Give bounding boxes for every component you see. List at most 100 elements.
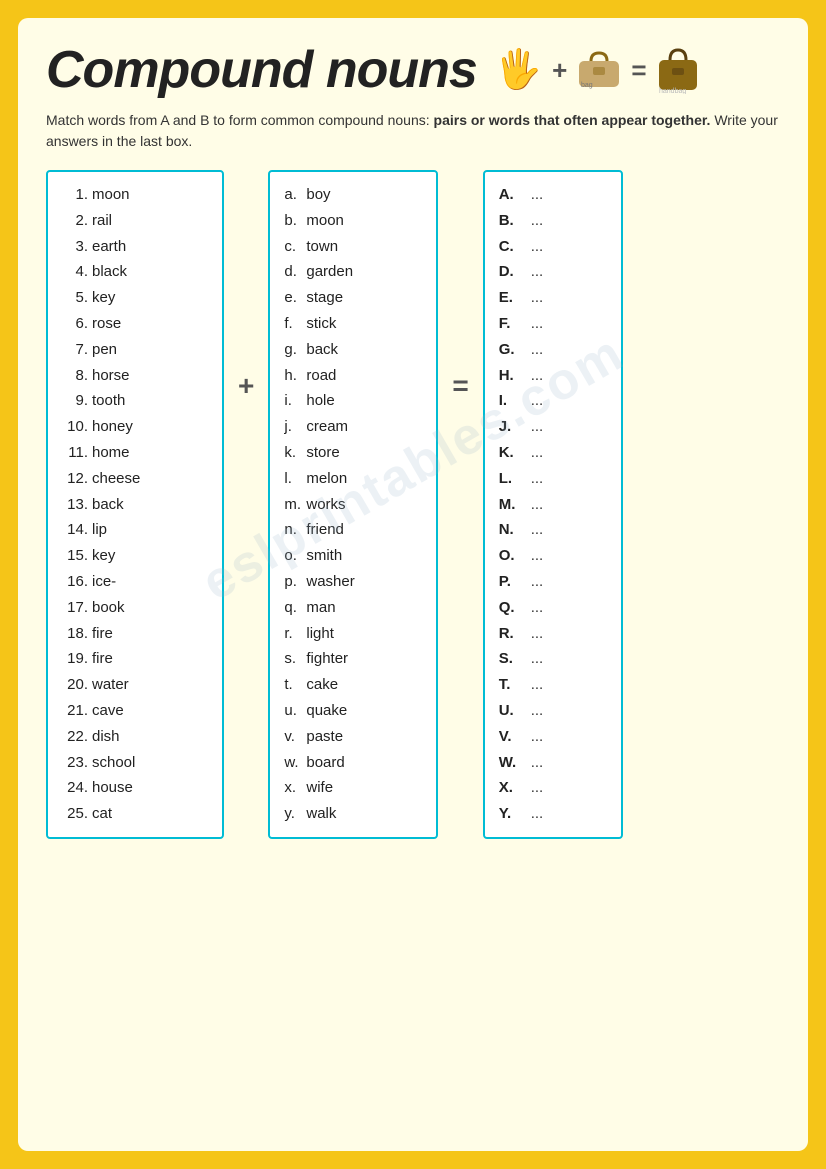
item-letter: s.: [284, 646, 302, 672]
list-item: b.moon: [284, 208, 422, 234]
answer-dots: ...: [531, 805, 544, 822]
item-number: 2.: [62, 208, 88, 234]
item-letter: L.: [499, 466, 527, 492]
item-word: pen: [92, 341, 117, 358]
list-item: x.wife: [284, 775, 422, 801]
answer-dots: ...: [531, 238, 544, 255]
item-word: ice-: [92, 573, 116, 590]
answer-dots: ...: [531, 418, 544, 435]
plus-operator-area: +: [238, 170, 254, 402]
item-letter: B.: [499, 208, 527, 234]
list-item: G....: [499, 337, 607, 363]
item-word: black: [92, 263, 127, 280]
list-item: q.man: [284, 595, 422, 621]
list-item: r.light: [284, 621, 422, 647]
item-letter: y.: [284, 801, 302, 827]
item-number: 20.: [62, 672, 88, 698]
answer-dots: ...: [531, 779, 544, 796]
item-letter: O.: [499, 543, 527, 569]
item-number: 12.: [62, 466, 88, 492]
item-word: water: [92, 676, 129, 693]
equals-icon: =: [631, 55, 646, 86]
list-item: u.quake: [284, 698, 422, 724]
list-item: s.fighter: [284, 646, 422, 672]
handbag-icon: handbag: [657, 46, 699, 94]
item-number: 5.: [62, 285, 88, 311]
item-letter: c.: [284, 234, 302, 260]
item-word: fighter: [306, 650, 348, 667]
list-item: h.road: [284, 363, 422, 389]
item-word: back: [306, 341, 338, 358]
item-letter: b.: [284, 208, 302, 234]
item-letter: T.: [499, 672, 527, 698]
list-item: l.melon: [284, 466, 422, 492]
list-item: X....: [499, 775, 607, 801]
item-letter: u.: [284, 698, 302, 724]
list-item: o.smith: [284, 543, 422, 569]
column-c-box: A....B....C....D....E....F....G....H....…: [483, 170, 623, 839]
answer-dots: ...: [531, 702, 544, 719]
item-word: light: [306, 625, 334, 642]
equals-operator-area: =: [452, 170, 468, 402]
item-word: house: [92, 779, 133, 796]
item-word: rail: [92, 212, 112, 229]
item-number: 15.: [62, 543, 88, 569]
item-word: tooth: [92, 392, 125, 409]
item-word: back: [92, 496, 124, 513]
item-word: cream: [306, 418, 348, 435]
item-letter: V.: [499, 724, 527, 750]
plus-icon: +: [552, 55, 567, 86]
item-number: 7.: [62, 337, 88, 363]
list-item: K....: [499, 440, 607, 466]
list-item: 3.earth: [62, 234, 208, 260]
item-letter: q.: [284, 595, 302, 621]
list-item: P....: [499, 569, 607, 595]
item-letter: P.: [499, 569, 527, 595]
answer-dots: ...: [531, 754, 544, 771]
item-letter: h.: [284, 363, 302, 389]
item-letter: J.: [499, 414, 527, 440]
item-word: key: [92, 289, 115, 306]
answer-dots: ...: [531, 470, 544, 487]
item-letter: d.: [284, 259, 302, 285]
column-b-list: a.boyb.moonc.townd.gardene.stagef.stickg…: [284, 182, 422, 827]
list-item: V....: [499, 724, 607, 750]
list-item: U....: [499, 698, 607, 724]
item-number: 19.: [62, 646, 88, 672]
list-item: 13.back: [62, 492, 208, 518]
item-letter: w.: [284, 750, 302, 776]
answer-dots: ...: [531, 444, 544, 461]
item-letter: S.: [499, 646, 527, 672]
item-letter: N.: [499, 517, 527, 543]
list-item: d.garden: [284, 259, 422, 285]
list-item: N....: [499, 517, 607, 543]
item-word: quake: [306, 702, 347, 719]
list-item: 24.house: [62, 775, 208, 801]
column-c-list: A....B....C....D....E....F....G....H....…: [499, 182, 607, 827]
item-word: wife: [306, 779, 333, 796]
item-number: 9.: [62, 388, 88, 414]
item-number: 8.: [62, 363, 88, 389]
list-item: 17.book: [62, 595, 208, 621]
item-letter: t.: [284, 672, 302, 698]
list-item: 5.key: [62, 285, 208, 311]
list-item: E....: [499, 285, 607, 311]
item-word: melon: [306, 470, 347, 487]
item-word: town: [306, 238, 338, 255]
item-word: fire: [92, 650, 113, 667]
list-item: 15.key: [62, 543, 208, 569]
item-number: 1.: [62, 182, 88, 208]
item-letter: Q.: [499, 595, 527, 621]
list-item: a.boy: [284, 182, 422, 208]
page: eslprintables.com Compound nouns 🖐 + bag…: [18, 18, 808, 1151]
item-letter: a.: [284, 182, 302, 208]
list-item: m.works: [284, 492, 422, 518]
list-item: i.hole: [284, 388, 422, 414]
item-word: book: [92, 599, 125, 616]
list-item: y.walk: [284, 801, 422, 827]
list-item: 1.moon: [62, 182, 208, 208]
list-item: v.paste: [284, 724, 422, 750]
svg-text:bag: bag: [581, 82, 593, 89]
item-word: stick: [306, 315, 336, 332]
list-item: 20.water: [62, 672, 208, 698]
